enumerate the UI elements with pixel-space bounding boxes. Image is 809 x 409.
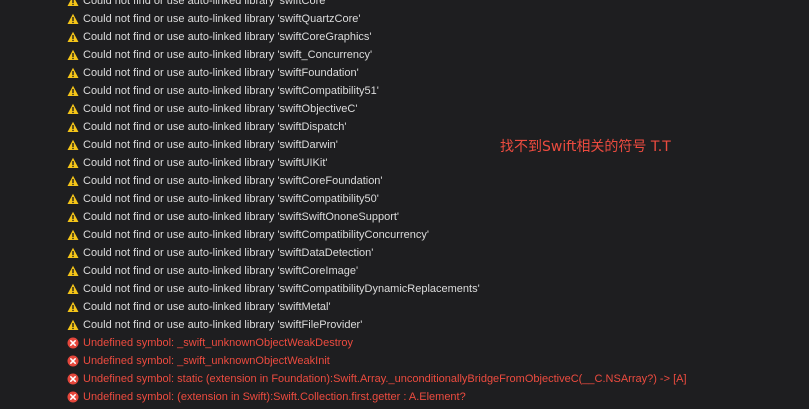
warning-icon (67, 283, 79, 295)
error-icon (67, 391, 79, 403)
warning-row[interactable]: Could not find or use auto-linked librar… (0, 154, 809, 172)
warning-icon (67, 0, 79, 7)
issue-message: Could not find or use auto-linked librar… (83, 283, 480, 295)
error-row[interactable]: Undefined symbol: _swift_unknownObjectWe… (0, 334, 809, 352)
warning-icon (67, 13, 79, 25)
issue-message: Could not find or use auto-linked librar… (83, 301, 331, 313)
warning-icon (67, 85, 79, 97)
warning-row[interactable]: Could not find or use auto-linked librar… (0, 280, 809, 298)
error-row[interactable]: Undefined symbol: _swift_unknownObjectWe… (0, 352, 809, 370)
issue-message: Undefined symbol: _swift_unknownObjectWe… (83, 337, 354, 349)
issue-log-list: Could not find or use auto-linked librar… (0, 0, 809, 406)
issue-message: Could not find or use auto-linked librar… (83, 13, 361, 25)
issue-message: Could not find or use auto-linked librar… (83, 0, 328, 7)
warning-icon (67, 319, 79, 331)
error-icon (67, 373, 79, 385)
issue-message: Could not find or use auto-linked librar… (83, 265, 359, 277)
issue-message: Could not find or use auto-linked librar… (83, 229, 429, 241)
warning-row[interactable]: Could not find or use auto-linked librar… (0, 0, 809, 10)
warning-row[interactable]: Could not find or use auto-linked librar… (0, 28, 809, 46)
issue-message: Undefined symbol: static (extension in F… (83, 373, 687, 385)
warning-row[interactable]: Could not find or use auto-linked librar… (0, 46, 809, 64)
issue-message: Could not find or use auto-linked librar… (83, 49, 373, 61)
annotation-note: 找不到Swift相关的符号 T.T (500, 139, 671, 155)
warning-icon (67, 121, 79, 133)
warning-row[interactable]: Could not find or use auto-linked librar… (0, 100, 809, 118)
warning-row[interactable]: Could not find or use auto-linked librar… (0, 64, 809, 82)
warning-row[interactable]: Could not find or use auto-linked librar… (0, 190, 809, 208)
warning-icon (67, 175, 79, 187)
issue-message: Could not find or use auto-linked librar… (83, 247, 374, 259)
warning-icon (67, 301, 79, 313)
issue-message: Could not find or use auto-linked librar… (83, 103, 358, 115)
warning-row[interactable]: Could not find or use auto-linked librar… (0, 208, 809, 226)
warning-icon (67, 229, 79, 241)
warning-icon (67, 139, 79, 151)
warning-icon (67, 49, 79, 61)
warning-icon (67, 157, 79, 169)
issue-message: Could not find or use auto-linked librar… (83, 139, 338, 151)
warning-row[interactable]: Could not find or use auto-linked librar… (0, 262, 809, 280)
warning-row[interactable]: Could not find or use auto-linked librar… (0, 82, 809, 100)
issue-message: Could not find or use auto-linked librar… (83, 67, 359, 79)
warning-row[interactable]: Could not find or use auto-linked librar… (0, 316, 809, 334)
warning-icon (67, 103, 79, 115)
issue-message: Could not find or use auto-linked librar… (83, 319, 363, 331)
warning-row[interactable]: Could not find or use auto-linked librar… (0, 136, 809, 154)
issue-message: Could not find or use auto-linked librar… (83, 211, 400, 223)
warning-row[interactable]: Could not find or use auto-linked librar… (0, 172, 809, 190)
issue-message: Could not find or use auto-linked librar… (83, 175, 383, 187)
warning-icon (67, 67, 79, 79)
warning-row[interactable]: Could not find or use auto-linked librar… (0, 118, 809, 136)
issue-message: Could not find or use auto-linked librar… (83, 31, 372, 43)
error-icon (67, 337, 79, 349)
issue-message: Could not find or use auto-linked librar… (83, 85, 379, 97)
warning-icon (67, 193, 79, 205)
warning-icon (67, 247, 79, 259)
warning-row[interactable]: Could not find or use auto-linked librar… (0, 298, 809, 316)
error-row[interactable]: Undefined symbol: static (extension in F… (0, 370, 809, 388)
issue-message: Could not find or use auto-linked librar… (83, 157, 328, 169)
issue-message: Undefined symbol: (extension in Swift):S… (83, 391, 466, 403)
warning-row[interactable]: Could not find or use auto-linked librar… (0, 10, 809, 28)
warning-icon (67, 211, 79, 223)
issue-message: Could not find or use auto-linked librar… (83, 121, 347, 133)
issue-message: Could not find or use auto-linked librar… (83, 193, 379, 205)
error-icon (67, 355, 79, 367)
warning-row[interactable]: Could not find or use auto-linked librar… (0, 244, 809, 262)
warning-row[interactable]: Could not find or use auto-linked librar… (0, 226, 809, 244)
warning-icon (67, 265, 79, 277)
issue-message: Undefined symbol: _swift_unknownObjectWe… (83, 355, 330, 367)
error-row[interactable]: Undefined symbol: (extension in Swift):S… (0, 388, 809, 406)
warning-icon (67, 31, 79, 43)
